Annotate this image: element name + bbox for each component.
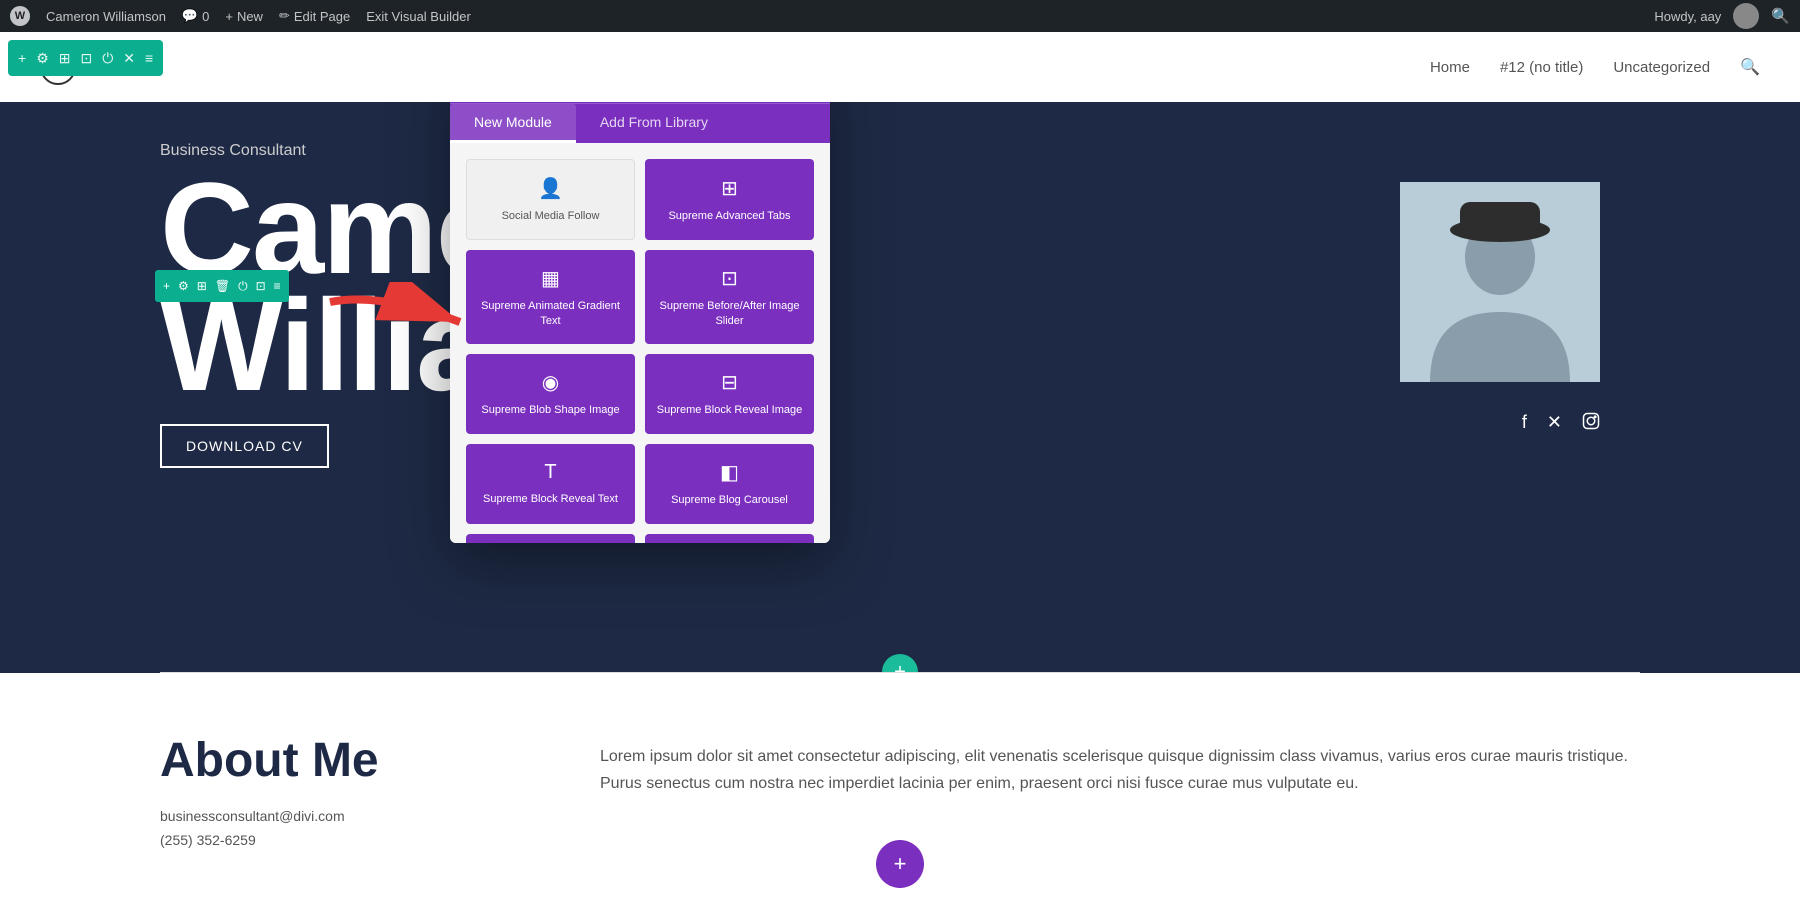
module-icon: ▦: [541, 266, 560, 291]
module-icon: ⊟: [721, 370, 738, 395]
nav-uncategorized[interactable]: Uncategorized: [1613, 59, 1710, 76]
about-title: About Me: [160, 733, 540, 788]
download-cv-button[interactable]: Download CV: [160, 424, 329, 468]
module-item[interactable]: ◧ Supreme Blog Carousel: [645, 444, 814, 524]
row-disable-icon[interactable]: ⏻: [238, 279, 248, 294]
toolbar-settings-icon[interactable]: ⚙: [36, 50, 49, 67]
exit-builder-item[interactable]: Exit Visual Builder: [366, 9, 471, 24]
site-name-item[interactable]: Cameron Williamson: [46, 9, 166, 24]
about-right: Lorem ipsum dolor sit amet consectetur a…: [600, 733, 1640, 848]
profile-image: [1400, 182, 1600, 382]
module-item[interactable]: 👤 Social Media Follow: [466, 159, 635, 240]
add-section-button[interactable]: +: [882, 654, 918, 672]
facebook-icon[interactable]: f: [1522, 412, 1527, 435]
modal-body: 👤 Social Media Follow ⊞ Supreme Advanced Ta…: [450, 143, 830, 543]
module-item[interactable]: ◷Supreme Business Hours: [645, 534, 814, 543]
site-header: D divi Home #12 (no title) Uncategorized…: [0, 32, 1800, 102]
module-icon: T: [544, 461, 556, 484]
module-item[interactable]: ◉ Supreme Blob Shape Image: [466, 354, 635, 434]
module-name: Supreme Advanced Tabs: [668, 209, 790, 223]
row-trash-icon[interactable]: 🗑: [215, 279, 230, 293]
header-search-icon[interactable]: 🔍: [1740, 57, 1760, 77]
new-label: New: [237, 9, 263, 24]
tab-add-from-library[interactable]: Add From Library: [576, 104, 732, 143]
toolbar-power-icon[interactable]: ⏻: [102, 50, 113, 67]
plus-icon: +: [225, 9, 233, 24]
module-item[interactable]: »Supreme Breadcrumbs: [466, 534, 635, 543]
toolbar-layout-icon[interactable]: ⊡: [80, 50, 92, 67]
wp-logo-item[interactable]: W: [10, 6, 30, 26]
about-email: businessconsultant@divi.com: [160, 808, 540, 824]
module-item[interactable]: T Supreme Block Reveal Text: [466, 444, 635, 524]
twitter-icon[interactable]: ✕: [1547, 412, 1562, 435]
wp-logo: W: [10, 6, 30, 26]
nav-home[interactable]: Home: [1430, 59, 1470, 76]
purple-add-button[interactable]: +: [876, 840, 924, 888]
comments-item[interactable]: 💬 0: [182, 8, 209, 24]
module-name: Social Media Follow: [502, 209, 600, 223]
module-icon: ◉: [542, 370, 559, 395]
search-icon[interactable]: 🔍: [1771, 7, 1790, 25]
edit-page-item[interactable]: ✏ Edit Page: [279, 8, 350, 24]
module-icon: 👤: [538, 176, 563, 201]
module-icon: ◧: [720, 460, 739, 485]
avatar: [1733, 3, 1759, 29]
builder-toolbar: + ⚙ ⊞ ⊡ ⏻ ✕ ≡: [8, 40, 163, 76]
main-content: + ⚙ ⊞ 🗑 ⏻ ⊡ ≡ Business Consultant Camero…: [0, 102, 1800, 672]
red-arrow: [320, 282, 480, 362]
howdy-text: Howdy, aay: [1654, 9, 1721, 24]
module-name: Supreme Before/After Image Slider: [655, 299, 804, 328]
about-phone: (255) 352-6259: [160, 832, 540, 848]
module-name: Supreme Block Reveal Image: [657, 403, 803, 417]
tab-new-module[interactable]: New Module: [450, 104, 576, 143]
toolbar-grid-icon[interactable]: ⊞: [59, 50, 71, 67]
about-left: About Me businessconsultant@divi.com (25…: [160, 733, 540, 848]
module-item[interactable]: ⊞ Supreme Advanced Tabs: [645, 159, 814, 240]
module-icon: ⊞: [721, 176, 738, 201]
admin-bar-right: Howdy, aay 🔍: [1654, 3, 1790, 29]
row-toolbar: + ⚙ ⊞ 🗑 ⏻ ⊡ ≡: [155, 270, 289, 302]
row-column-icon[interactable]: ⊞: [197, 279, 207, 293]
module-name: Supreme Block Reveal Text: [483, 492, 618, 506]
new-item[interactable]: + New: [225, 9, 263, 24]
about-text: Lorem ipsum dolor sit amet consectetur a…: [600, 743, 1640, 797]
nav-no-title[interactable]: #12 (no title): [1500, 59, 1583, 76]
admin-bar: W Cameron Williamson 💬 0 + New ✏ Edit Pa…: [0, 0, 1800, 32]
module-item[interactable]: ⊡ Supreme Before/After Image Slider: [645, 250, 814, 344]
about-section: About Me businessconsultant@divi.com (25…: [0, 673, 1800, 908]
toolbar-add-icon[interactable]: +: [18, 50, 26, 66]
toolbar-delete-icon[interactable]: ✕: [123, 50, 135, 67]
site-nav: Home #12 (no title) Uncategorized 🔍: [1430, 57, 1760, 77]
module-name: Supreme Blob Shape Image: [481, 403, 619, 417]
edit-page-label: Edit Page: [294, 9, 350, 24]
row-settings-icon[interactable]: ⚙: [178, 279, 189, 293]
module-icon: ⊡: [721, 266, 738, 291]
module-item[interactable]: ⊟ Supreme Block Reveal Image: [645, 354, 814, 434]
row-add-icon[interactable]: +: [163, 279, 170, 293]
module-item[interactable]: ▦ Supreme Animated Gradient Text: [466, 250, 635, 344]
profile-placeholder: [1400, 182, 1600, 382]
instagram-icon[interactable]: [1582, 412, 1600, 435]
insert-module-modal: Insert Module × New Module Add From Libr…: [450, 50, 830, 543]
exit-builder-label: Exit Visual Builder: [366, 9, 471, 24]
social-icons: f ✕: [1522, 412, 1600, 435]
row-move-icon[interactable]: ≡: [274, 279, 281, 293]
row-clone-icon[interactable]: ⊡: [256, 279, 266, 293]
module-name: Supreme Animated Gradient Text: [476, 299, 625, 328]
modal-tabs: New Module Add From Library: [450, 103, 830, 143]
module-name: Supreme Blog Carousel: [671, 493, 788, 507]
toolbar-menu-icon[interactable]: ≡: [145, 50, 153, 66]
comment-count: 0: [202, 9, 209, 24]
pencil-icon: ✏: [279, 8, 290, 24]
site-name: Cameron Williamson: [46, 9, 166, 24]
comment-icon: 💬: [182, 8, 198, 24]
